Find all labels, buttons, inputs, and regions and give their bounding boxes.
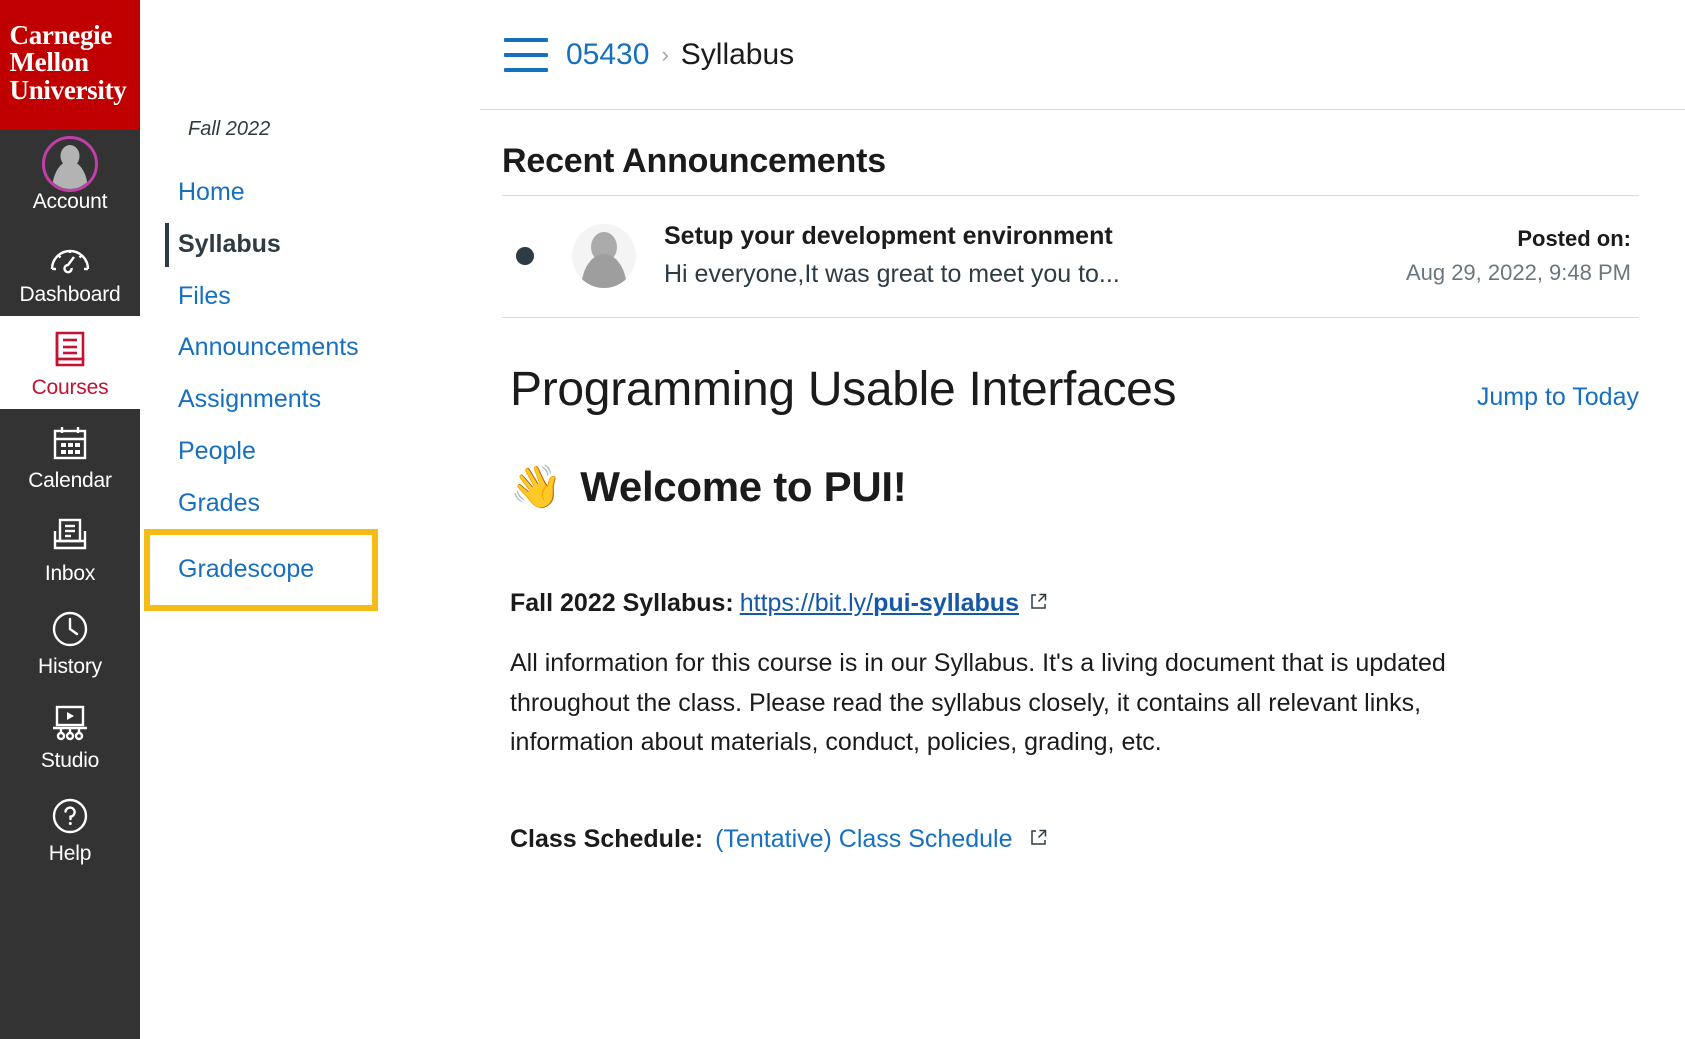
syllabus-external-link[interactable]: https://bit.ly/pui-syllabus <box>740 589 1019 618</box>
course-nav-item-gradescope[interactable]: Gradescope <box>144 529 378 611</box>
course-nav-link-syllabus[interactable]: Syllabus <box>140 219 480 271</box>
page-content: Recent Announcements Setup your developm… <box>480 110 1685 1039</box>
class-schedule-link[interactable]: (Tentative) Class Schedule <box>715 825 1012 854</box>
course-navigation: Fall 2022 Home Syllabus Files Announceme… <box>140 0 480 1039</box>
external-link-icon <box>1029 825 1048 854</box>
course-nav-list: Home Syllabus Files Announcements Assign… <box>140 167 480 611</box>
global-nav-item-account[interactable]: Account <box>0 130 140 223</box>
course-nav-item-files[interactable]: Files <box>140 271 480 323</box>
syllabus-link-slug: pui-syllabus <box>873 589 1019 617</box>
global-nav-label-help: Help <box>48 841 92 865</box>
chevron-right-icon: › <box>661 41 669 67</box>
global-navigation: Carnegie Mellon University Account Dashb… <box>0 0 140 1039</box>
global-nav-label-inbox: Inbox <box>44 562 96 586</box>
global-nav-label-calendar: Calendar <box>28 469 112 493</box>
global-nav-item-help[interactable]: Help <box>0 782 140 875</box>
course-nav-item-people[interactable]: People <box>140 426 480 478</box>
recent-announcements-heading: Recent Announcements <box>502 142 886 180</box>
global-nav-item-history[interactable]: History <box>0 595 140 688</box>
course-nav-link-gradescope[interactable]: Gradescope <box>150 535 372 605</box>
course-nav-item-grades[interactable]: Grades <box>140 478 480 530</box>
announcement-body: Setup your development environment Hi ev… <box>664 222 1406 289</box>
syllabus-link-line: Fall 2022 Syllabus: https://bit.ly/pui-s… <box>502 589 1639 618</box>
announcement-title[interactable]: Setup your development environment <box>664 222 1406 251</box>
calendar-icon <box>50 421 90 465</box>
page-title: Programming Usable Interfaces <box>510 363 1177 416</box>
waving-hand-icon: 👋 <box>510 463 563 510</box>
courses-book-icon <box>50 328 90 372</box>
class-schedule-label: Class Schedule: <box>510 824 704 853</box>
jump-to-today-link[interactable]: Jump to Today <box>1477 383 1639 412</box>
top-breadcrumb-bar: 05430 › Syllabus <box>480 0 1685 110</box>
syllabus-label: Fall 2022 Syllabus: <box>510 589 734 617</box>
global-nav-item-dashboard[interactable]: Dashboard <box>0 223 140 316</box>
global-nav-label-history: History <box>38 655 102 679</box>
global-nav-item-courses[interactable]: Courses <box>0 316 140 410</box>
syllabus-paragraph: All information for this course is in ou… <box>510 649 1446 756</box>
global-nav-label-dashboard: Dashboard <box>19 283 121 307</box>
course-nav-link-home[interactable]: Home <box>140 167 480 219</box>
course-title-row: Programming Usable Interfaces Jump to To… <box>502 362 1639 417</box>
term-label: Fall 2022 <box>188 118 271 140</box>
question-mark-icon <box>50 794 90 838</box>
breadcrumb-course-link[interactable]: 05430 <box>566 38 649 72</box>
global-nav-item-studio[interactable]: Studio <box>0 689 140 782</box>
inbox-tray-icon <box>49 514 91 558</box>
welcome-heading-row: 👋 Welcome to PUI! <box>502 463 1639 511</box>
unread-dot-icon <box>516 246 534 265</box>
course-nav-link-files[interactable]: Files <box>140 271 480 323</box>
posted-on-date: Aug 29, 2022, 9:48 PM <box>1405 259 1631 285</box>
cmu-logo[interactable]: Carnegie Mellon University <box>0 0 140 130</box>
course-nav-item-home[interactable]: Home <box>140 167 480 219</box>
breadcrumb: 05430 › Syllabus <box>566 38 794 72</box>
cmu-logo-text: Carnegie Mellon University <box>9 19 127 105</box>
hamburger-menu-icon[interactable] <box>504 37 548 72</box>
course-nav-link-assignments[interactable]: Assignments <box>140 374 480 426</box>
global-nav-label-courses: Courses <box>31 376 109 400</box>
course-nav-item-announcements[interactable]: Announcements <box>140 322 480 374</box>
course-nav-item-syllabus[interactable]: Syllabus <box>140 219 480 271</box>
dashboard-gauge-icon <box>48 235 92 279</box>
course-nav-link-grades[interactable]: Grades <box>140 478 480 530</box>
breadcrumb-current-page: Syllabus <box>680 37 795 71</box>
announcement-snippet: Hi everyone,It was great to meet you to.… <box>664 260 1120 288</box>
global-nav-item-calendar[interactable]: Calendar <box>0 409 140 502</box>
external-link-icon <box>1029 589 1048 618</box>
announcement-meta: Posted on: Aug 29, 2022, 9:48 PM <box>1406 226 1639 286</box>
clock-icon <box>50 607 90 651</box>
announcement-row[interactable]: Setup your development environment Hi ev… <box>502 196 1639 318</box>
posted-on-label: Posted on: <box>1517 225 1631 251</box>
avatar <box>572 223 636 288</box>
class-schedule-line: Class Schedule: (Tentative) Class Schedu… <box>502 825 1639 854</box>
user-avatar-icon <box>42 136 98 192</box>
course-nav-link-announcements[interactable]: Announcements <box>140 322 480 374</box>
welcome-heading: Welcome to PUI! <box>580 463 907 510</box>
course-nav-item-assignments[interactable]: Assignments <box>140 374 480 426</box>
global-nav-label-account: Account <box>32 190 108 213</box>
course-nav-link-people[interactable]: People <box>140 426 480 478</box>
main-region: 05430 › Syllabus Recent Announcements Se… <box>480 0 1685 1039</box>
studio-video-icon <box>48 701 92 745</box>
global-nav-label-studio: Studio <box>40 748 100 772</box>
syllabus-link-prefix: https://bit.ly/ <box>739 589 874 617</box>
global-nav-item-inbox[interactable]: Inbox <box>0 502 140 595</box>
canvas-app: Carnegie Mellon University Account Dashb… <box>0 0 1685 1039</box>
